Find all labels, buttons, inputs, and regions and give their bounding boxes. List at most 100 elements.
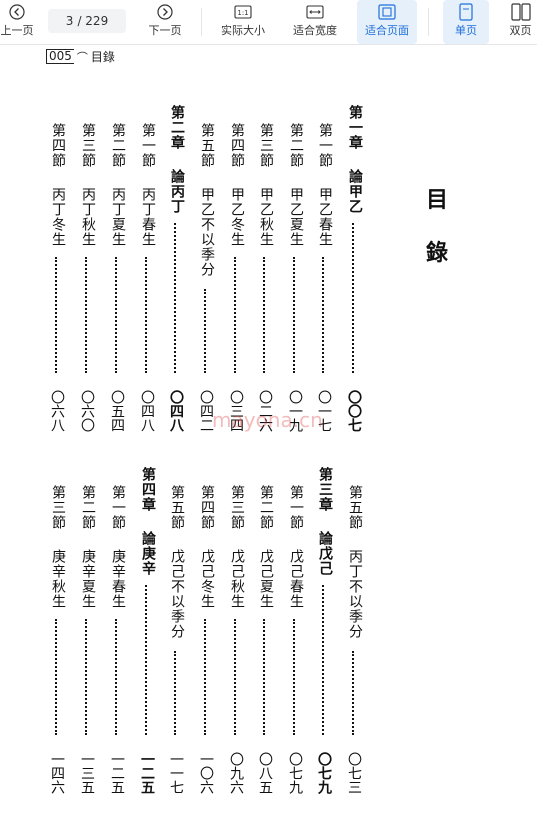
document-page: 005 ⌒ 目錄 目 錄 第一章 論甲乙 〇〇七 第一節 甲乙春生 〇一七 第二節 甲乙夏生〇… <box>0 45 537 837</box>
toc-entry-topic[interactable]: 甲乙不以季分 <box>197 187 217 277</box>
chevron-left-circle-icon <box>9 0 25 24</box>
toc-entry-page: 一二五 <box>109 752 125 794</box>
toc-leader-dots <box>145 585 149 735</box>
page-number-input[interactable]: 3 / 229 <box>48 9 126 33</box>
ornament-icon: ⌒ <box>76 50 88 64</box>
double-page-icon <box>510 0 531 24</box>
toc-leader-dots <box>85 619 89 735</box>
toc-leader-dots <box>234 257 238 373</box>
toc-entry-section: 第一章 <box>347 105 363 150</box>
toc-leader-dots <box>322 585 326 735</box>
toc-entry-section: 第二節 <box>110 123 126 168</box>
toc-entry-topic[interactable]: 丙丁夏生 <box>108 187 128 247</box>
actual-size-label: 实际大小 <box>221 24 265 37</box>
toc-entry-page: 〇四八 <box>139 390 155 432</box>
fit-width-button[interactable]: 适合宽度 <box>286 0 344 44</box>
toc-leader-dots <box>55 257 59 373</box>
toc-entry-section: 第四節 <box>199 485 215 530</box>
toc-entry-topic[interactable]: 甲乙冬生 <box>227 187 247 247</box>
toc-entry-topic[interactable]: 戊己春生 <box>286 549 306 609</box>
toc-entry-section: 第二節 <box>288 123 304 168</box>
toolbar-divider <box>428 8 429 36</box>
toc-leader-dots <box>174 651 178 735</box>
toc-leader-dots <box>293 619 297 735</box>
toc-entry-section: 第二節 <box>258 485 274 530</box>
toc-entry-topic[interactable]: 戊己冬生 <box>197 549 217 609</box>
single-page-label: 单页 <box>455 24 477 37</box>
fit-page-button[interactable]: 适合页面 <box>357 0 417 44</box>
toc-entry-section: 第四章 <box>140 467 156 512</box>
single-page-icon <box>459 0 473 24</box>
toc-entry-page: 一一七 <box>168 752 184 794</box>
toc-entry-topic[interactable]: 甲乙秋生 <box>256 187 276 247</box>
fit-page-label: 适合页面 <box>365 24 409 37</box>
toc-entry-topic[interactable]: 戊己夏生 <box>256 549 276 609</box>
fit-width-icon <box>306 0 324 24</box>
toc-title-char-1: 目 <box>426 187 449 213</box>
toc-entry-topic[interactable]: 戊己不以季分 <box>167 549 187 639</box>
fit-page-icon <box>378 0 396 24</box>
toc-entry-page: 〇九六 <box>228 752 244 794</box>
toc-entry-topic[interactable]: 丙丁冬生 <box>48 187 68 247</box>
toc-entry-topic[interactable]: 庚辛春生 <box>108 549 128 609</box>
toc-entry-section: 第三節 <box>229 485 245 530</box>
toc-leader-dots <box>55 619 59 735</box>
toc-entry-topic[interactable]: 甲乙夏生 <box>286 187 306 247</box>
current-page: 3 <box>65 14 74 28</box>
toc-entry-topic[interactable]: 論戊己 <box>315 531 335 576</box>
toc-entry-section: 第四節 <box>50 123 66 168</box>
total-pages: / 229 <box>77 14 109 28</box>
prev-page-label: 上一页 <box>0 24 34 37</box>
toc-entry-section: 第四節 <box>229 123 245 168</box>
toc-entry-section: 第三節 <box>50 485 66 530</box>
toc-entry-page: 〇六〇 <box>79 390 95 432</box>
toc-entry-page: 一〇六 <box>198 752 214 794</box>
toc-entry-section: 第五節 <box>199 123 215 168</box>
watermark: mayona.cn <box>212 408 323 432</box>
toc-entry-topic[interactable]: 論丙丁 <box>167 169 187 214</box>
page-header: 005 ⌒ 目錄 <box>46 48 115 65</box>
toc-entry-topic[interactable]: 甲乙春生 <box>315 187 335 247</box>
toc-entry-section: 第一節 <box>140 123 156 168</box>
toc-entry-topic[interactable]: 丙丁春生 <box>138 187 158 247</box>
toc-leader-dots <box>234 619 238 735</box>
header-title: 目錄 <box>90 50 115 64</box>
toc-entry-topic[interactable]: 論甲乙 <box>345 169 365 214</box>
actual-size-button[interactable]: 1:1 实际大小 <box>214 0 272 44</box>
toc-leader-dots <box>204 289 208 373</box>
toc-entry-page: 〇四八 <box>168 390 184 432</box>
toc-entry-page: 一三五 <box>79 752 95 794</box>
toc-entry-topic[interactable]: 戊己秋生 <box>227 549 247 609</box>
toc-entry-section: 第二章 <box>169 105 185 150</box>
next-page-button[interactable]: 下一页 <box>142 0 188 44</box>
toc-leader-dots <box>174 223 178 373</box>
toc-leader-dots <box>85 257 89 373</box>
toolbar-divider <box>201 8 202 36</box>
toc-entry-page: 〇八五 <box>257 752 273 794</box>
toc-entry-page: 〇五四 <box>109 390 125 432</box>
toc-entry-page: 〇七九 <box>287 752 303 794</box>
toc-leader-dots <box>115 257 119 373</box>
toc-entry-topic[interactable]: 論庚辛 <box>138 531 158 576</box>
toc-leader-dots <box>322 257 326 373</box>
toc-entry-topic[interactable]: 庚辛夏生 <box>78 549 98 609</box>
actual-size-icon: 1:1 <box>234 0 252 24</box>
single-page-button[interactable]: 单页 <box>443 0 489 44</box>
toc-leader-dots <box>145 257 149 373</box>
chevron-right-circle-icon <box>157 0 173 24</box>
toc-entry-section: 第三節 <box>258 123 274 168</box>
toc-entry-section: 第一節 <box>110 485 126 530</box>
toc-entry-topic[interactable]: 丙丁秋生 <box>78 187 98 247</box>
toc-title-char-2: 錄 <box>426 240 449 266</box>
svg-text:1:1: 1:1 <box>237 9 248 17</box>
double-page-button[interactable]: 双页 <box>504 0 537 44</box>
prev-page-button[interactable]: 上一页 <box>0 0 34 44</box>
next-page-label: 下一页 <box>148 24 182 37</box>
fit-width-label: 适合宽度 <box>293 24 337 37</box>
toc-entry-section: 第三節 <box>80 123 96 168</box>
toc-entry-topic[interactable]: 丙丁不以季分 <box>345 549 365 639</box>
toc-entry-topic[interactable]: 庚辛秋生 <box>48 549 68 609</box>
toc-entry-page: 〇六八 <box>49 390 65 432</box>
toc-entry-page: 一二五 <box>139 752 155 794</box>
toc-entry-page: 〇七三 <box>346 752 362 794</box>
